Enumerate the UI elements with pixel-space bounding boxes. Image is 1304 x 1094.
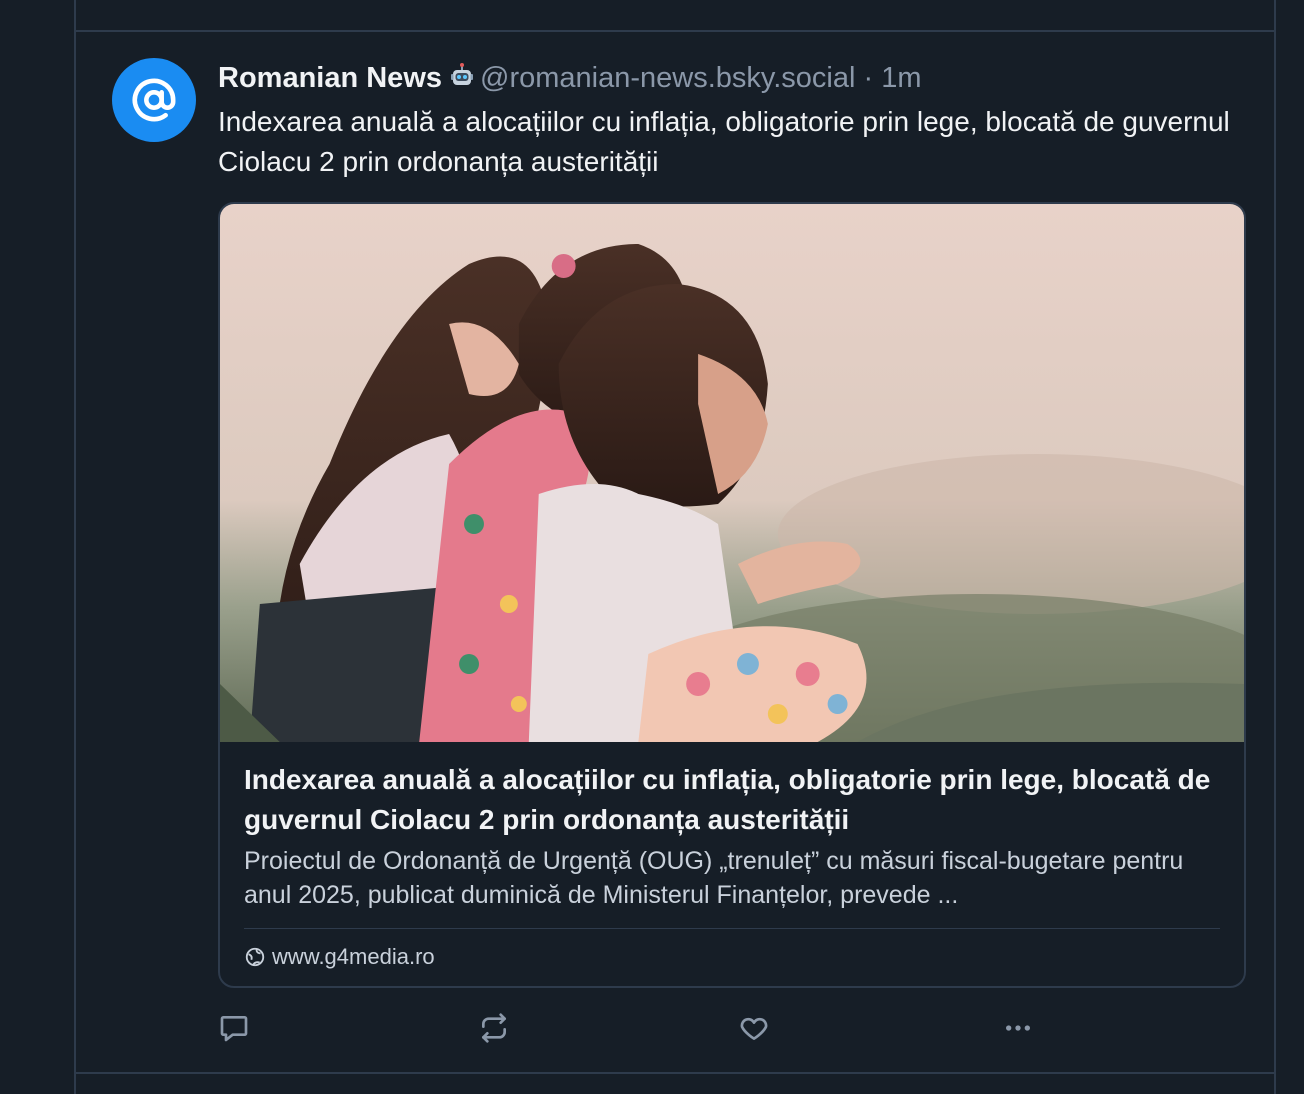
like-button[interactable] bbox=[732, 1006, 776, 1050]
post-actions bbox=[218, 1006, 1058, 1050]
post-body: Romanian News @romanian-news.bsky.social… bbox=[218, 58, 1248, 988]
post-divider-top bbox=[76, 30, 1274, 32]
repost-arrows-icon bbox=[482, 1013, 506, 1043]
link-preview-card[interactable]: Indexarea anuală a alocațiilor cu inflaț… bbox=[218, 202, 1246, 988]
post-text: Indexarea anuală a alocațiilor cu inflaț… bbox=[218, 106, 1230, 177]
post-timestamp[interactable]: 1m bbox=[881, 62, 921, 94]
card-meta: Indexarea anuală a alocațiilor cu inflaț… bbox=[220, 742, 1244, 971]
globe-icon bbox=[245, 947, 265, 967]
more-options-button[interactable] bbox=[996, 1006, 1040, 1050]
header-separator: · bbox=[855, 62, 882, 94]
reply-button[interactable] bbox=[212, 1006, 256, 1050]
card-thumbnail-image bbox=[220, 204, 1244, 742]
repost-button[interactable] bbox=[472, 1006, 516, 1050]
post-header: Romanian News @romanian-news.bsky.social… bbox=[218, 58, 1248, 98]
feed-column: Romanian News @romanian-news.bsky.social… bbox=[74, 0, 1276, 1094]
card-title[interactable]: Indexarea anuală a alocațiilor cu inflaț… bbox=[244, 760, 1220, 840]
ellipsis-icon bbox=[1006, 1025, 1030, 1031]
card-domain: www.g4media.ro bbox=[244, 943, 1220, 971]
at-sign-icon bbox=[132, 78, 176, 122]
author-avatar[interactable] bbox=[112, 58, 196, 142]
card-separator bbox=[244, 928, 1220, 929]
card-domain-text: www.g4media.ro bbox=[272, 944, 435, 969]
author-name[interactable]: Romanian News bbox=[218, 62, 442, 94]
author-handle[interactable]: @romanian-news.bsky.social bbox=[480, 62, 855, 94]
card-description: Proiectul de Ordonanță de Urgență (OUG) … bbox=[244, 847, 1184, 909]
speech-bubble-icon bbox=[220, 1016, 248, 1042]
robot-icon bbox=[451, 63, 473, 85]
post-divider-bottom bbox=[76, 1072, 1274, 1074]
heart-icon bbox=[740, 1017, 768, 1040]
